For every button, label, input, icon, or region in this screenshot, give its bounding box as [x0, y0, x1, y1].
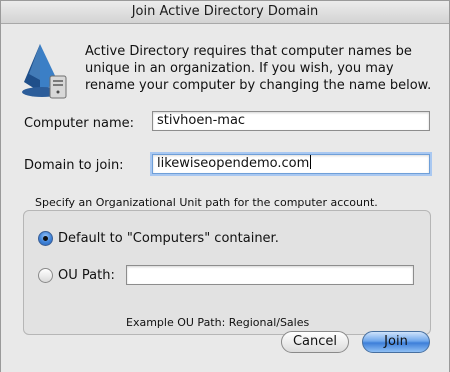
intro-text: Active Directory requires that computer … — [85, 44, 432, 93]
ou-path-label[interactable]: OU Path: — [58, 268, 115, 283]
window-title: Join Active Directory Domain — [1, 1, 449, 24]
default-container-label[interactable]: Default to "Computers" container. — [58, 231, 279, 246]
default-container-radio[interactable] — [38, 231, 53, 246]
computer-name-label: Computer name: — [24, 116, 135, 131]
ou-example-text: Example OU Path: Regional/Sales — [126, 316, 310, 329]
domain-label: Domain to join: — [24, 158, 124, 173]
join-button[interactable]: Join — [362, 331, 430, 353]
domain-value: likewiseopendemo.com — [157, 156, 310, 171]
computer-name-field[interactable]: stivhoen-mac — [152, 111, 430, 131]
text-caret — [310, 155, 312, 169]
computer-name-value: stivhoen-mac — [157, 113, 246, 128]
directory-utility-icon — [22, 44, 67, 99]
cancel-button[interactable]: Cancel — [281, 331, 349, 353]
dialog-window: Join Active Directory Domain Active Dire… — [0, 0, 450, 372]
ou-path-field[interactable] — [126, 265, 414, 285]
dialog-content: Active Directory requires that computer … — [1, 24, 449, 372]
domain-field[interactable]: likewiseopendemo.com — [152, 154, 430, 174]
ou-caption: Specify an Organizational Unit path for … — [35, 196, 378, 209]
ou-path-radio[interactable] — [38, 268, 53, 283]
